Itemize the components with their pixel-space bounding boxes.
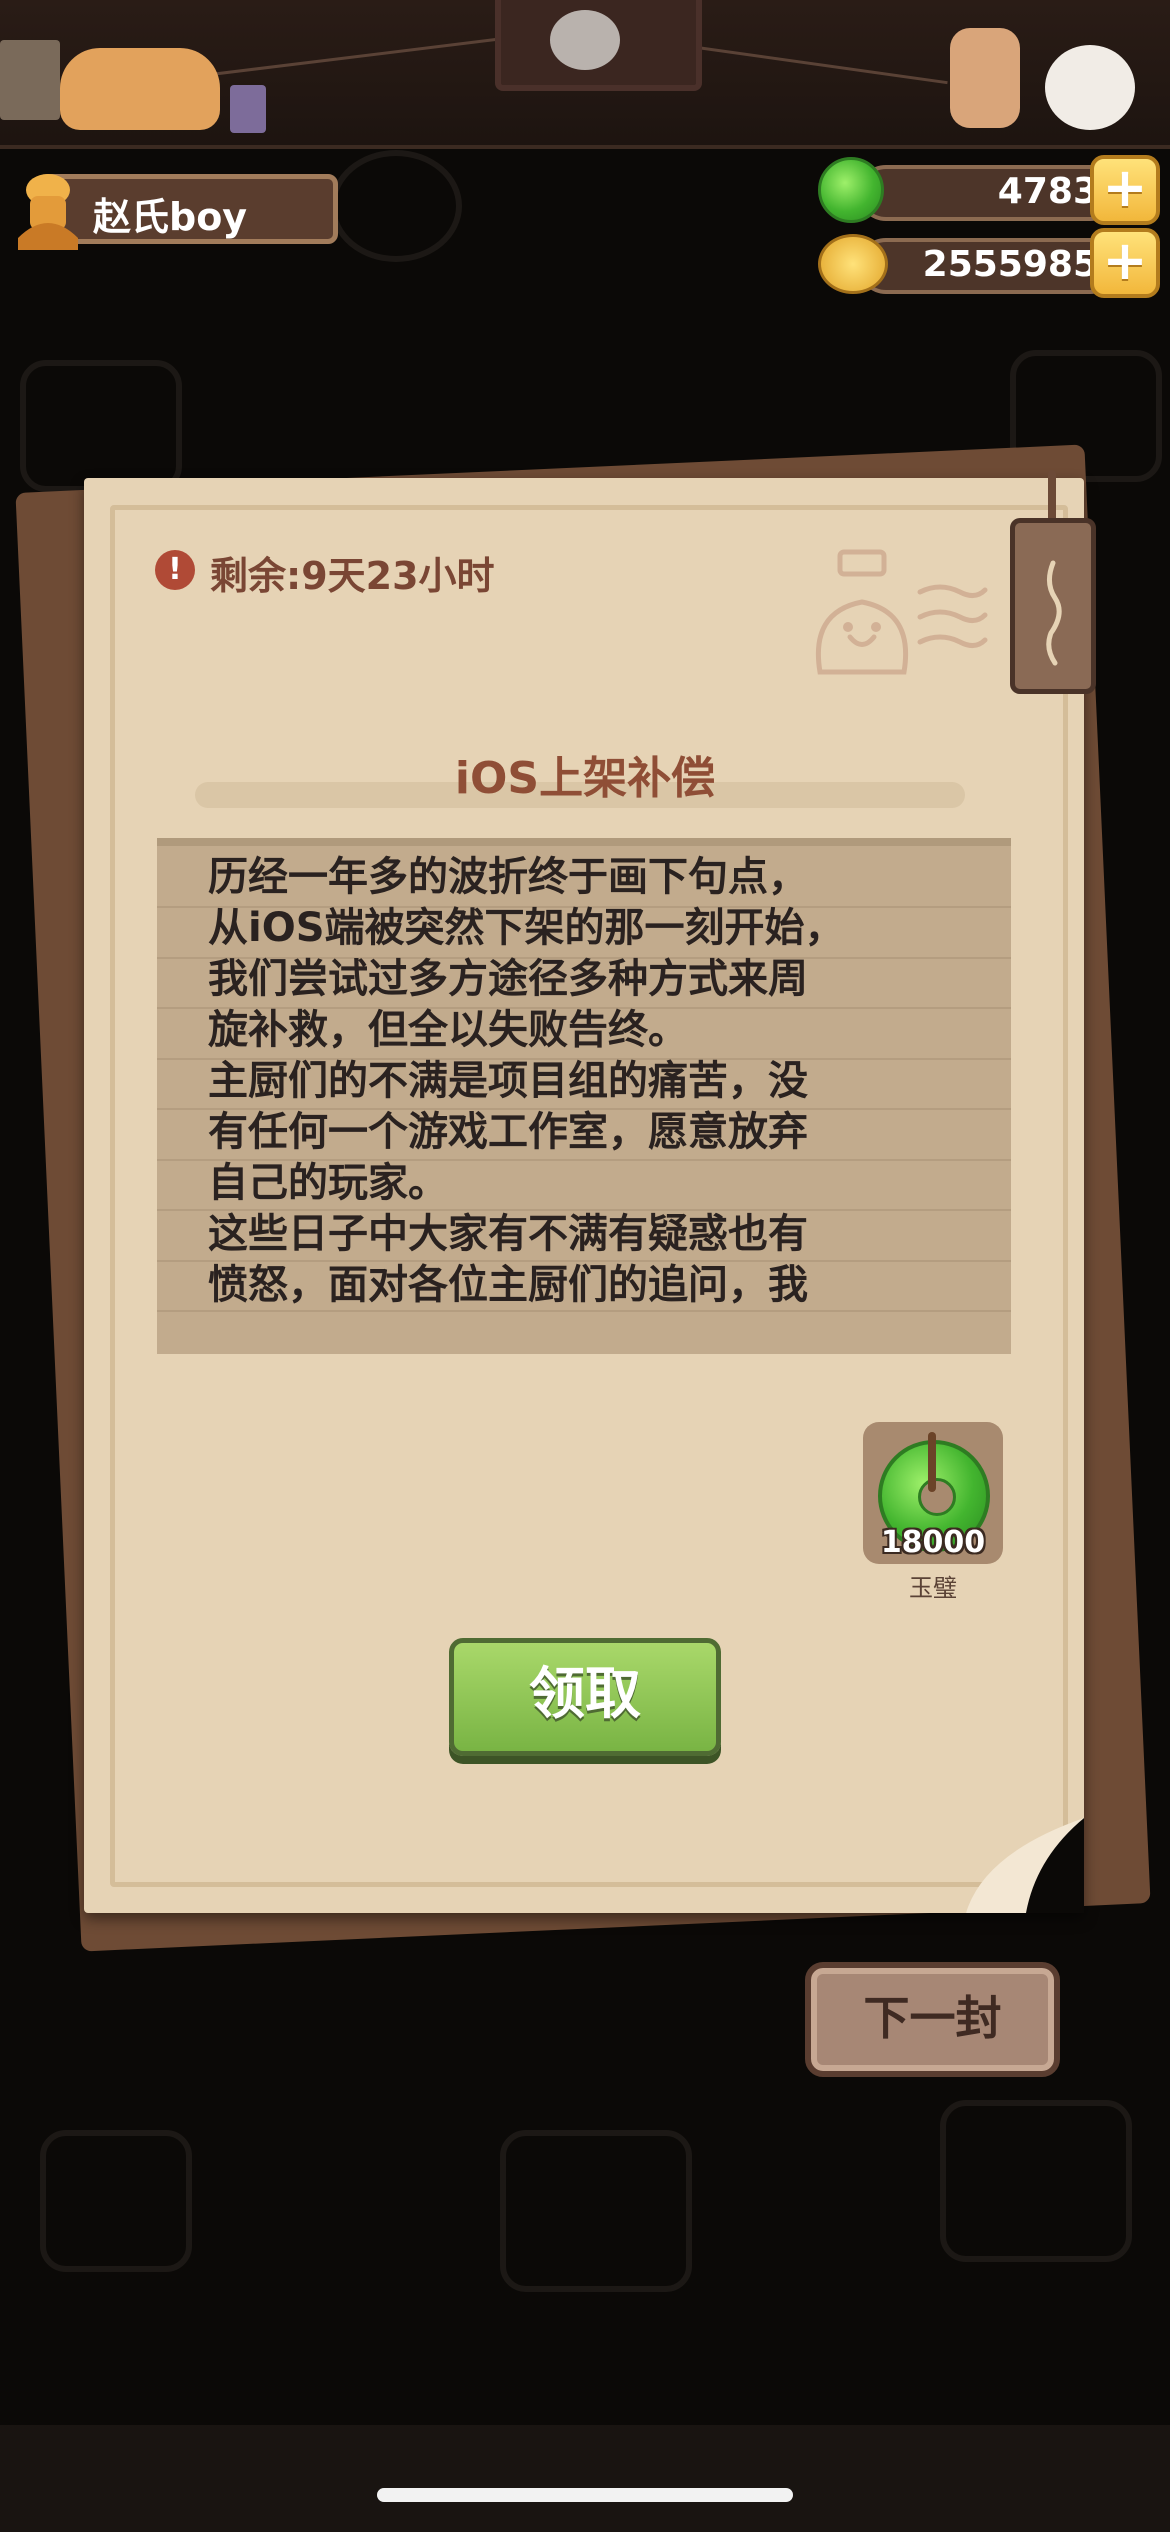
- jade-disc-hole: [918, 1478, 956, 1516]
- reward-count: 18000: [880, 1525, 986, 1560]
- shelf-jar-icon: [230, 85, 266, 133]
- player-name: 赵氏boy: [93, 195, 248, 239]
- chef-avatar-icon: [18, 174, 78, 250]
- wall-scroll-icon: [0, 40, 60, 120]
- jade-icon: [818, 157, 884, 223]
- background-decoration: [940, 2100, 1132, 2262]
- warning-icon: !: [155, 550, 195, 590]
- remaining-time: 剩余:9天23小时: [210, 554, 495, 598]
- player-badge[interactable]: 赵氏boy: [8, 168, 338, 250]
- shelf-chef-icon: [950, 28, 1020, 128]
- shelf-white-cat-icon: [1045, 45, 1135, 130]
- reward-name: 玉璧: [909, 1574, 957, 1602]
- jade-add-button[interactable]: +: [1090, 155, 1160, 225]
- background-decoration: [330, 150, 462, 262]
- next-mail-button[interactable]: 下一封: [805, 1962, 1060, 2077]
- coin-amount: 2555985: [922, 244, 1098, 285]
- jade-currency: 4783 +: [818, 155, 1163, 230]
- background-decoration: [40, 2130, 192, 2272]
- page-curl-icon: [966, 1818, 1084, 1913]
- coin-icon: [818, 234, 888, 294]
- mail-body-text: 历经一年多的波折终于画下句点， 从iOS端被突然下架的那一刻开始， 我们尝试过多…: [208, 854, 845, 1308]
- bottom-bar: [0, 2425, 1170, 2532]
- jade-amount: 4783: [997, 171, 1098, 212]
- coin-currency: 2555985 +: [818, 228, 1163, 303]
- tag-string: [1048, 470, 1056, 525]
- coin-add-button[interactable]: +: [1090, 228, 1160, 298]
- background-decoration: [20, 360, 182, 492]
- jade-cord: [928, 1432, 936, 1492]
- claim-button[interactable]: 领取: [449, 1638, 721, 1756]
- home-indicator[interactable]: [377, 2488, 793, 2502]
- shelf-cat-icon: [60, 48, 220, 130]
- duck-stamp-icon: [815, 549, 988, 675]
- mail-title: iOS上架补偿: [454, 753, 716, 804]
- background-decoration: [500, 2130, 692, 2292]
- frame-cat-icon: [550, 10, 620, 70]
- letter-tag-icon: [1010, 518, 1096, 694]
